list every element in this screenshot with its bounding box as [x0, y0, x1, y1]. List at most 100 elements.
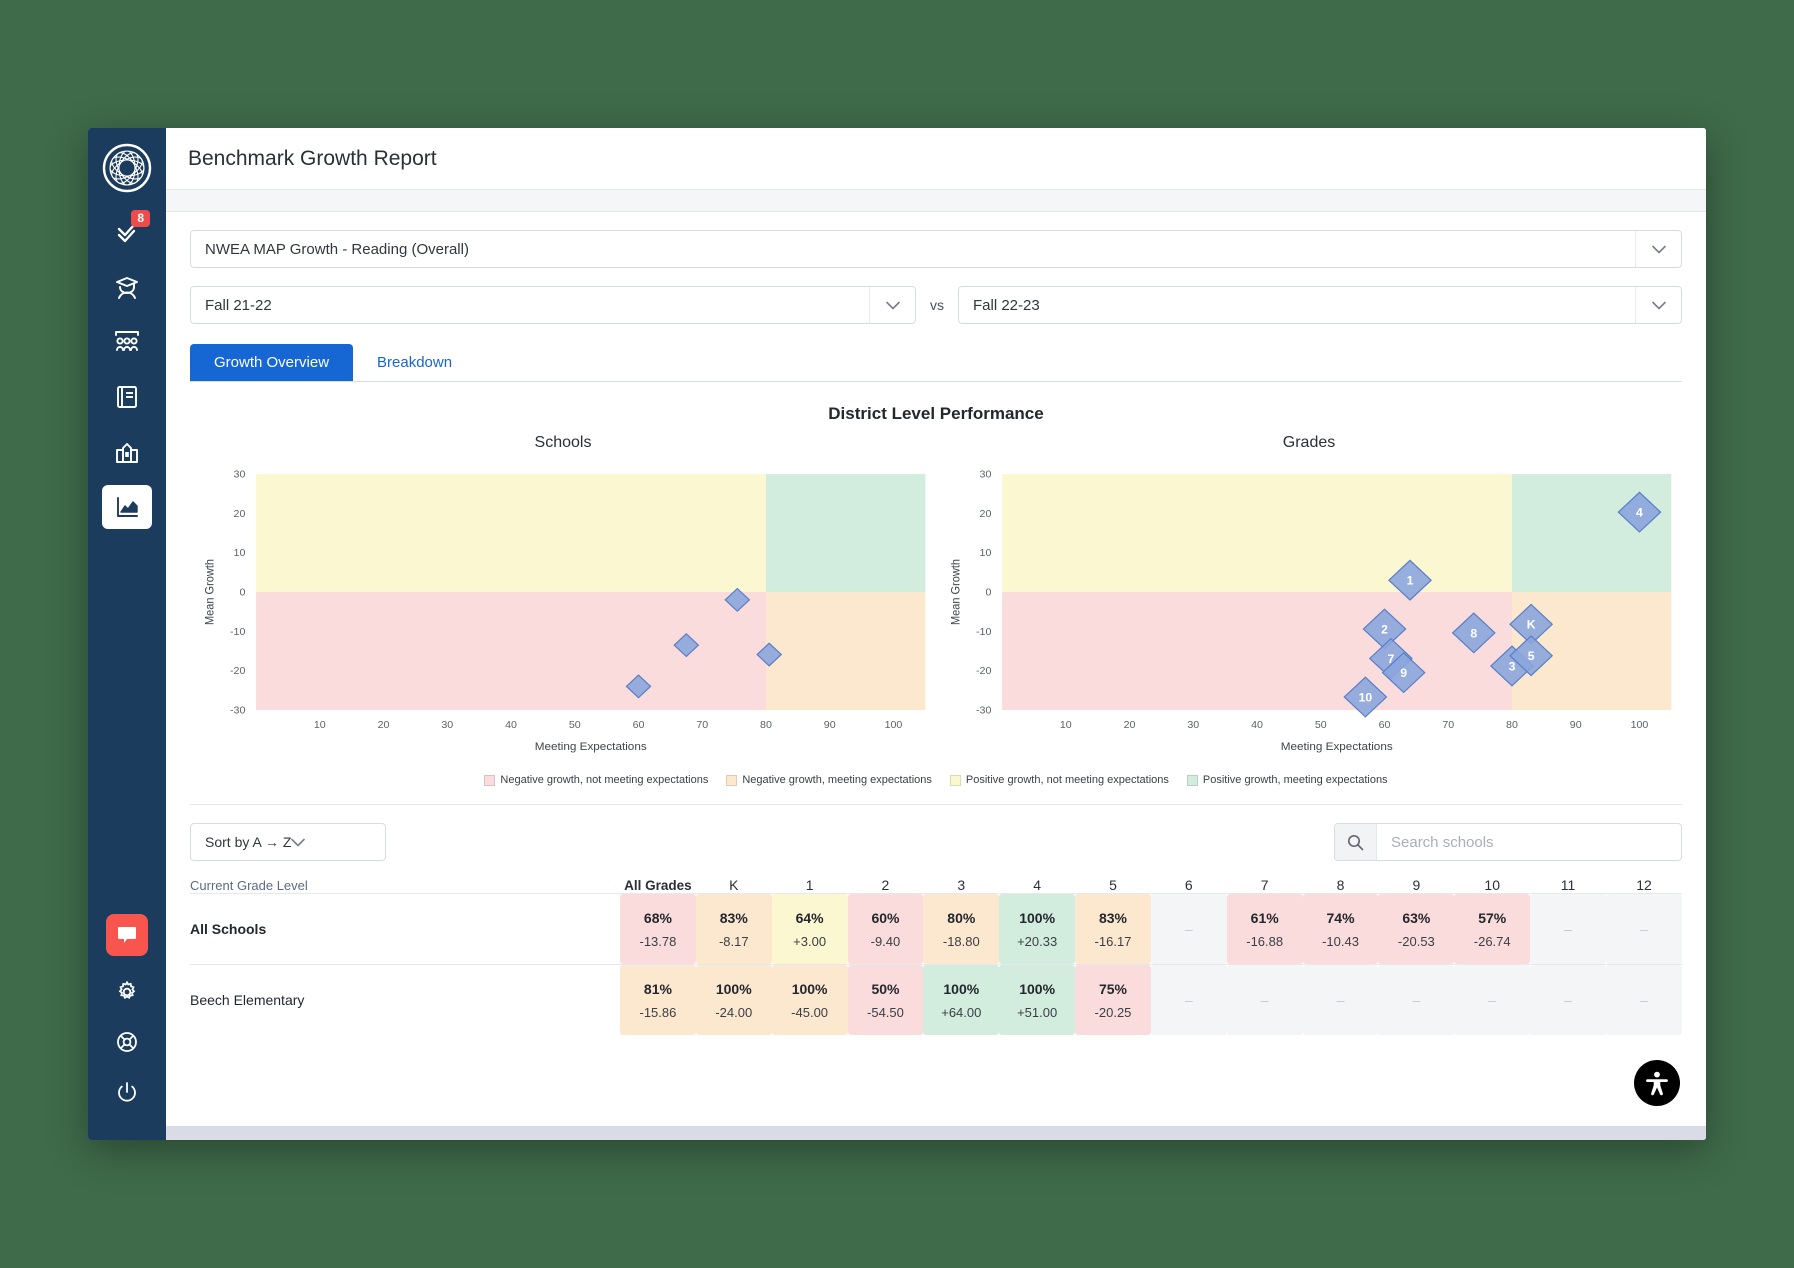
term-to-value: Fall 22-23 — [973, 297, 1040, 314]
grade-cell[interactable]: 57%-26.74 — [1454, 894, 1530, 965]
chart-schools-title: Schools — [190, 434, 936, 452]
y-tick-label: 0 — [985, 588, 991, 599]
grade-cell[interactable]: 74%-10.43 — [1303, 894, 1379, 965]
grade-cell[interactable]: 100%+20.33 — [999, 894, 1075, 965]
grade-cell[interactable]: 83%-8.17 — [696, 894, 772, 965]
term-to-select[interactable]: Fall 22-23 — [958, 286, 1682, 324]
table-body: All Schools68%-13.7883%-8.1764%+3.0060%-… — [190, 894, 1682, 1036]
sidebar-item-students[interactable] — [102, 265, 152, 309]
grade-cell[interactable]: 68%-13.78 — [620, 894, 696, 965]
y-tick-label: 0 — [239, 588, 245, 599]
cell-percent: 68% — [644, 910, 672, 926]
tab-growth-overview[interactable]: Growth Overview — [190, 344, 353, 381]
y-tick-label: 10 — [234, 548, 246, 559]
cell-percent: 81% — [644, 981, 672, 997]
grade-cell[interactable]: 61%-16.88 — [1227, 894, 1303, 965]
data-point-label: 10 — [1359, 691, 1373, 705]
cell-percent: 100% — [1019, 981, 1055, 997]
x-axis-title: Meeting Expectations — [535, 741, 647, 753]
x-tick-label: 40 — [1251, 720, 1263, 731]
x-tick-label: 50 — [1315, 720, 1327, 731]
sidebar-item-reports[interactable] — [102, 485, 152, 529]
accessibility-icon[interactable] — [1634, 1060, 1680, 1106]
grade-cell-box: 63%-20.53 — [1378, 894, 1454, 964]
sidebar-item-classes[interactable] — [102, 320, 152, 364]
legend-item: Negative growth, not meeting expectation… — [484, 774, 708, 786]
grade-cell-box: – — [1454, 965, 1530, 1035]
y-tick-label: -10 — [230, 627, 246, 638]
data-point-label: 9 — [1400, 666, 1407, 680]
vs-label: vs — [930, 297, 944, 313]
grade-cell[interactable]: 100%-45.00 — [772, 965, 848, 1036]
legend-item: Positive growth, meeting expectations — [1187, 774, 1388, 786]
help-globe-icon[interactable] — [107, 1022, 147, 1062]
term-from-select[interactable]: Fall 21-22 — [190, 286, 916, 324]
grade-cell[interactable]: – — [1454, 965, 1530, 1036]
chevron-down-icon[interactable] — [1635, 287, 1681, 323]
grade-cell[interactable]: – — [1378, 965, 1454, 1036]
row-name: Beech Elementary — [190, 965, 620, 1036]
grade-cell[interactable]: 100%-24.00 — [696, 965, 772, 1036]
app-window: 8 — [88, 128, 1706, 1140]
legend-item: Positive growth, not meeting expectation… — [950, 774, 1169, 786]
y-tick-label: 20 — [234, 509, 246, 520]
grade-cell[interactable]: 63%-20.53 — [1378, 894, 1454, 965]
sort-select[interactable]: Sort by A → Z — [190, 823, 386, 861]
grade-cell[interactable]: 80%-18.80 — [923, 894, 999, 965]
x-tick-label: 90 — [824, 720, 836, 731]
grade-cell[interactable]: 81%-15.86 — [620, 965, 696, 1036]
power-icon[interactable] — [107, 1072, 147, 1112]
y-tick-label: 30 — [234, 470, 246, 481]
grade-cell[interactable]: 50%-54.50 — [848, 965, 924, 1036]
quadrant-bottom-left — [1002, 592, 1512, 710]
table-row[interactable]: Beech Elementary81%-15.86100%-24.00100%-… — [190, 965, 1682, 1036]
grade-cell[interactable]: 100%+64.00 — [923, 965, 999, 1036]
cell-percent: 60% — [871, 910, 899, 926]
chevron-down-icon[interactable] — [1635, 231, 1681, 267]
legend-label: Negative growth, meeting expectations — [742, 774, 932, 786]
grade-cell[interactable]: – — [1151, 894, 1227, 965]
y-tick-label: 30 — [980, 470, 992, 481]
column-header-grade: 10 — [1454, 877, 1530, 894]
sidebar-item-schools[interactable] — [102, 430, 152, 474]
grade-cell[interactable]: 64%+3.00 — [772, 894, 848, 965]
tab-bar: Growth Overview Breakdown — [190, 344, 1682, 382]
gear-icon[interactable] — [107, 972, 147, 1012]
grade-cell[interactable]: – — [1530, 894, 1606, 965]
search-input[interactable] — [1377, 824, 1681, 860]
chevron-down-icon[interactable] — [869, 287, 915, 323]
grade-cell[interactable]: 75%-20.25 — [1075, 965, 1151, 1036]
quadrant-top-right — [1512, 474, 1671, 592]
grade-cell-box: 50%-54.50 — [848, 965, 924, 1035]
table-row[interactable]: All Schools68%-13.7883%-8.1764%+3.0060%-… — [190, 894, 1682, 965]
atlas-logo[interactable] — [101, 142, 153, 194]
grade-cell[interactable]: 83%-16.17 — [1075, 894, 1151, 965]
chevron-down-icon[interactable] — [291, 834, 335, 850]
chat-bubble-icon[interactable] — [106, 914, 148, 956]
quadrant-bottom-right — [766, 592, 925, 710]
sidebar: 8 — [88, 128, 166, 1140]
sidebar-item-curriculum[interactable] — [102, 375, 152, 419]
data-point-label: 5 — [1528, 650, 1535, 664]
cell-percent: 83% — [720, 910, 748, 926]
grade-cell-box: – — [1303, 965, 1379, 1035]
tab-breakdown[interactable]: Breakdown — [353, 344, 476, 381]
grade-cell[interactable]: 60%-9.40 — [848, 894, 924, 965]
grade-cell[interactable]: – — [1606, 965, 1682, 1036]
grade-cell[interactable]: – — [1606, 894, 1682, 965]
grade-cell-box: – — [1606, 894, 1682, 964]
top-bar: Benchmark Growth Report — [166, 128, 1706, 190]
x-tick-label: 60 — [633, 720, 645, 731]
grade-cell[interactable]: – — [1227, 965, 1303, 1036]
grade-cell[interactable]: 100%+51.00 — [999, 965, 1075, 1036]
sidebar-item-tasks[interactable]: 8 — [102, 210, 152, 254]
assessment-select[interactable]: NWEA MAP Growth - Reading (Overall) — [190, 230, 1682, 268]
data-point-label: 1 — [1407, 574, 1414, 588]
x-tick-label: 100 — [885, 720, 903, 731]
y-tick-label: -20 — [976, 666, 992, 677]
grade-cell[interactable]: – — [1530, 965, 1606, 1036]
grade-cell[interactable]: – — [1303, 965, 1379, 1036]
grade-cell[interactable]: – — [1151, 965, 1227, 1036]
search-schools[interactable] — [1334, 823, 1682, 861]
grade-cell-box: 100%-24.00 — [696, 965, 772, 1035]
